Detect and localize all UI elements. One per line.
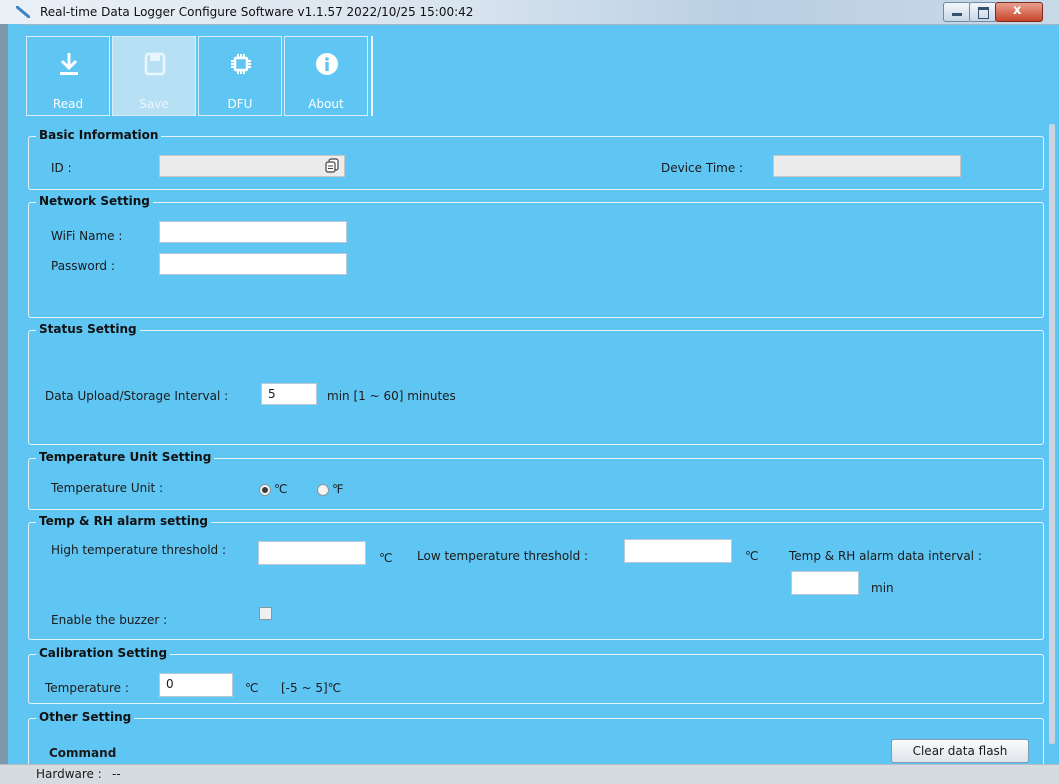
- about-button-label: About: [308, 97, 344, 111]
- calibration-setting-title: Calibration Setting: [36, 646, 171, 660]
- id-field[interactable]: [159, 155, 345, 177]
- maximize-button[interactable]: [969, 2, 997, 22]
- wifi-name-input[interactable]: [159, 221, 347, 243]
- device-time-label: Device Time :: [661, 161, 744, 175]
- toolbar-separator: [371, 36, 377, 116]
- close-icon: x: [1013, 3, 1022, 18]
- status-setting-group: Status Setting Data Upload/Storage Inter…: [28, 322, 1044, 445]
- buzzer-checkbox[interactable]: [259, 607, 272, 620]
- calibration-setting-group: Calibration Setting Temperature : 0 ℃ [-…: [28, 646, 1044, 704]
- title-bar[interactable]: Real-time Data Logger Configure Software…: [0, 0, 1059, 25]
- save-button[interactable]: Save: [112, 36, 196, 116]
- alarm-interval-input[interactable]: [791, 571, 859, 595]
- basic-information-title: Basic Information: [36, 128, 162, 142]
- hardware-label: Hardware :: [36, 767, 102, 781]
- window-title: Real-time Data Logger Configure Software…: [40, 5, 474, 19]
- status-setting-title: Status Setting: [36, 322, 140, 336]
- device-time-field[interactable]: [773, 155, 961, 177]
- vertical-scrollbar[interactable]: [1049, 124, 1055, 744]
- fahrenheit-label[interactable]: ℉: [332, 482, 343, 496]
- password-label: Password :: [51, 259, 115, 273]
- high-threshold-input[interactable]: [258, 541, 366, 565]
- alarm-setting-title: Temp & RH alarm setting: [36, 514, 212, 528]
- wifi-name-label: WiFi Name :: [51, 229, 123, 243]
- celsius-label[interactable]: ℃: [274, 482, 287, 496]
- network-setting-title: Network Setting: [36, 194, 153, 208]
- interval-label: Data Upload/Storage Interval :: [45, 389, 229, 403]
- floppy-disk-icon: [144, 52, 166, 76]
- low-threshold-input[interactable]: [624, 539, 732, 563]
- dfu-button-label: DFU: [227, 97, 253, 111]
- calibration-temperature-label: Temperature :: [45, 681, 129, 695]
- read-button[interactable]: Read: [26, 36, 110, 116]
- low-threshold-unit: ℃: [745, 549, 759, 563]
- other-setting-title: Other Setting: [36, 710, 135, 724]
- high-threshold-label: High temperature threshold :: [51, 543, 227, 557]
- close-button[interactable]: x: [995, 2, 1043, 22]
- calibration-temperature-unit: ℃: [245, 681, 259, 695]
- high-threshold-unit: ℃: [379, 551, 393, 565]
- alarm-interval-label: Temp & RH alarm data interval :: [789, 549, 982, 563]
- calibration-temperature-range: [-5 ~ 5]℃: [281, 681, 342, 695]
- password-input[interactable]: [159, 253, 347, 275]
- id-label: ID :: [51, 161, 72, 175]
- command-label: Command: [49, 746, 117, 760]
- network-setting-group: Network Setting WiFi Name : Password :: [28, 194, 1044, 318]
- read-button-label: Read: [52, 97, 84, 111]
- maximize-icon: [978, 7, 989, 19]
- dfu-button[interactable]: DFU: [198, 36, 282, 116]
- fahrenheit-radio[interactable]: [317, 484, 329, 496]
- low-threshold-label: Low temperature threshold :: [417, 549, 589, 563]
- alarm-interval-unit: min: [871, 581, 894, 595]
- minimize-button[interactable]: [943, 2, 971, 22]
- minimize-icon: [952, 13, 962, 16]
- window-left-inner: [8, 24, 20, 764]
- hardware-value: --: [112, 767, 121, 781]
- temperature-unit-label: Temperature Unit :: [51, 481, 164, 495]
- about-button[interactable]: About: [284, 36, 368, 116]
- interval-unit: min [1 ~ 60] minutes: [327, 389, 456, 403]
- buzzer-label: Enable the buzzer :: [51, 613, 168, 627]
- celsius-radio[interactable]: [259, 484, 271, 496]
- app-logo-icon: [16, 6, 30, 18]
- interval-input[interactable]: 5: [261, 383, 317, 405]
- save-button-label: Save: [139, 97, 169, 111]
- temperature-unit-title: Temperature Unit Setting: [36, 450, 215, 464]
- download-icon: [60, 53, 78, 75]
- calibration-temperature-input[interactable]: 0: [159, 673, 233, 697]
- clear-data-flash-button[interactable]: Clear data flash: [891, 739, 1029, 763]
- alarm-setting-group: Temp & RH alarm setting High temperature…: [28, 514, 1044, 640]
- chip-icon: [231, 54, 251, 74]
- basic-information-group: Basic Information ID : Device Time :: [28, 128, 1044, 190]
- temperature-unit-group: Temperature Unit Setting Temperature Uni…: [28, 450, 1044, 510]
- status-bar: Hardware : --: [0, 764, 1059, 784]
- copy-icon[interactable]: [325, 158, 339, 173]
- info-icon: [316, 53, 338, 75]
